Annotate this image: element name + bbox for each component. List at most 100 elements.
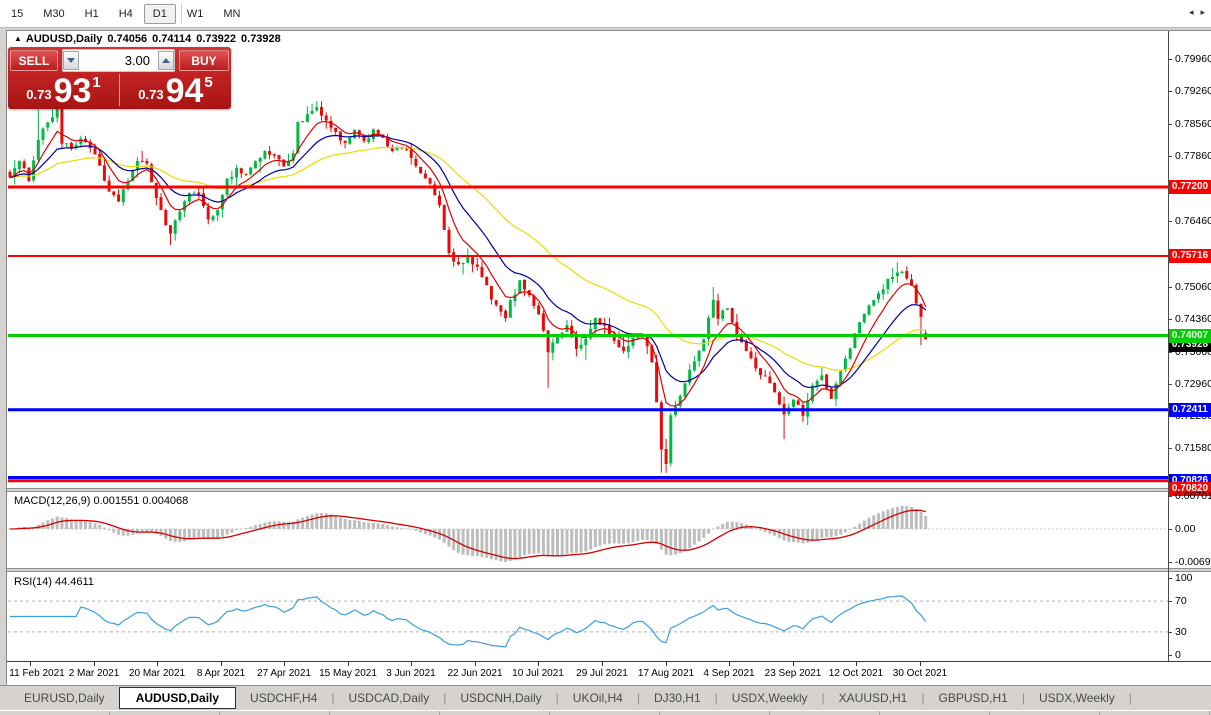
date-tick [666,662,667,666]
price-tick [1168,59,1172,60]
price-tick-label: 0.78560 [1175,118,1211,130]
volume-decrease-button[interactable] [63,51,79,70]
buy-price-pip: 5 [204,74,213,91]
price-tick-label: 0.72960 [1175,378,1211,390]
status-bar [0,710,1211,715]
volume-input[interactable] [79,53,158,68]
triangle-up-icon [162,58,170,63]
sell-button[interactable]: SELL [10,50,58,71]
sell-price-big: 93 [53,72,92,110]
timeframe-button-15[interactable]: 15 [2,4,32,24]
chart-tab-usdx-weekly[interactable]: USDX,Weekly [718,688,822,708]
date-label: 3 Jun 2021 [386,668,436,679]
chart-tab-audusd-daily[interactable]: AUDUSD,Daily [118,687,237,709]
timeframe-toolbar: 15 M30 H1 H4 D1 W1 MN [0,0,1211,28]
ohlc-high: 0.74114 [152,33,192,45]
date-label: 29 Jul 2021 [576,668,628,679]
chart-tab-usdcad-daily[interactable]: USDCAD,Daily [335,688,444,708]
chart-tab-dj30-h1[interactable]: DJ30,H1 [640,688,715,708]
volume-stepper [62,49,175,72]
tab-scroll-left-icon[interactable]: ◂ [1189,7,1194,17]
price-tick [1168,448,1172,449]
buy-quote[interactable]: 0.73 94 5 [120,72,231,108]
date-tick [284,662,285,666]
price-tick [1168,124,1172,125]
chart-tab-xauusd-h1[interactable]: XAUUSD,H1 [825,688,922,708]
chart-tab-usdchf-h4[interactable]: USDCHF,H4 [236,688,331,708]
ohlc-low: 0.73922 [196,33,237,45]
tab-scroll-arrows: ◂ ▸ [1182,7,1205,18]
price-tick-label: 0.79960 [1175,53,1211,65]
date-tick [602,662,603,666]
horizontal-level-lines[interactable] [8,185,1168,483]
rsi-tick [1168,601,1172,602]
rsi-tick-label: 70 [1175,595,1187,607]
timeframe-button-h4[interactable]: H4 [110,4,142,24]
date-tick [30,662,31,666]
macd-tick-label: 0.00 [1175,523,1196,535]
timeframe-button-m30[interactable]: M30 [34,4,73,24]
price-tick [1168,156,1172,157]
chart-tab-usdx-weekly[interactable]: USDX,Weekly [1025,688,1129,708]
level-price-badge[interactable]: 0.75716 [1169,249,1211,263]
chart-tab-ukoil-h4[interactable]: UKOil,H4 [559,688,637,708]
date-tick [221,662,222,666]
sell-price-pip: 1 [92,74,101,91]
date-tick [538,662,539,666]
tab-separator: | [1128,691,1132,705]
macd-tick [1168,562,1172,563]
date-label: 10 Jul 2021 [512,668,564,679]
timeframe-button-w1[interactable]: W1 [178,4,213,24]
buy-button[interactable]: BUY [179,50,229,71]
timeframe-button-mn[interactable]: MN [214,4,249,24]
price-tick-label: 0.77860 [1175,150,1211,162]
price-tick [1168,352,1172,353]
chart-tab-bar: EURUSD,Daily AUDUSD,Daily USDCHF,H4 | USDCAD… [0,685,1211,710]
date-label: 12 Oct 2021 [828,668,884,679]
rsi-indicator-canvas[interactable] [8,572,1168,659]
date-label: 2 Mar 2021 [68,668,120,679]
macd-tick [1168,496,1172,497]
price-tick [1168,319,1172,320]
buy-price-prefix: 0.73 [138,87,164,102]
level-price-badge[interactable]: 0.72411 [1169,403,1211,417]
sell-quote[interactable]: 0.73 93 1 [8,72,119,108]
sell-price-prefix: 0.73 [26,87,52,102]
price-tick [1168,91,1172,92]
rsi-line [10,595,927,648]
date-tick [94,662,95,666]
chart-tab-gbpusd-h1[interactable]: GBPUSD,H1 [924,688,1021,708]
timeframe-button-h1[interactable]: H1 [76,4,108,24]
level-price-badge[interactable]: 0.77200 [1169,180,1211,194]
volume-increase-button[interactable] [158,51,174,70]
rsi-tick [1168,578,1172,579]
date-axis: 11 Feb 2021 2 Mar 2021 20 Mar 2021 8 Apr 20… [7,661,1211,685]
date-tick [348,662,349,666]
date-label: 30 Oct 2021 [892,668,948,679]
rsi-tick-label: 30 [1175,626,1187,638]
timeframe-button-d1[interactable]: D1 [143,3,176,24]
collapse-arrow-icon[interactable]: ▲ [14,34,22,43]
date-label: 15 May 2021 [319,668,377,679]
macd-tick-label: -0.006923 [1175,556,1211,568]
rsi-tick [1168,632,1172,633]
price-tick-label: 0.79260 [1175,85,1211,97]
date-tick [729,662,730,666]
ohlc-close: 0.73928 [241,33,281,45]
price-tick [1168,221,1172,222]
price-tick-label: 0.71580 [1175,442,1211,454]
date-label: 22 Jun 2021 [447,668,503,679]
macd-tick-label: 0.007015 [1175,490,1211,502]
mt4-terminal: 15 M30 H1 H4 D1 W1 MN 0.79960 0.79260 0.78560 0.7… [0,0,1211,715]
chart-tab-usdcnh-daily[interactable]: USDCNH,Daily [446,688,555,708]
level-price-badge[interactable]: 0.74007 [1169,329,1211,343]
date-label: 4 Sep 2021 [703,668,755,679]
ohlc-open: 0.74056 [107,33,148,45]
chart-tab-eurusd-daily[interactable]: EURUSD,Daily [10,688,119,708]
tab-scroll-right-icon[interactable]: ▸ [1200,7,1205,17]
date-tick [793,662,794,666]
macd-histogram [8,506,928,562]
rsi-tick-label: 100 [1175,572,1193,584]
macd-tick [1168,529,1172,530]
chart-symbol-label: AUDUSD,Daily [25,33,103,45]
